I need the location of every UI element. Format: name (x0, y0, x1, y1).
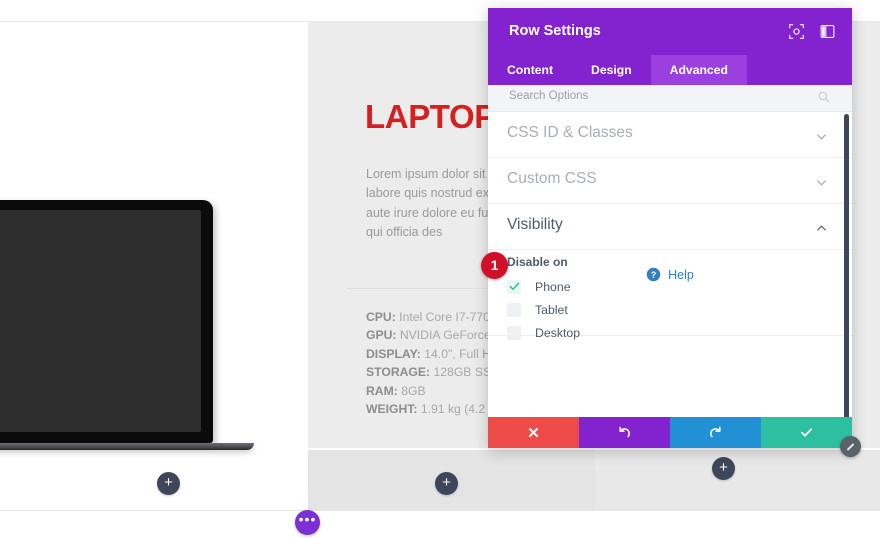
modal-tab-bar: Content Design Advanced (488, 55, 852, 85)
modal-resize-handle[interactable] (840, 436, 861, 457)
empty-section-strip-right (595, 450, 880, 510)
cancel-button[interactable] (488, 417, 579, 448)
search-options-row (488, 85, 852, 112)
chevron-down-icon (816, 134, 827, 140)
svg-text:?: ? (651, 270, 657, 280)
modal-title: Row Settings (509, 23, 601, 39)
modal-body: CSS ID & Classes Custom CSS Visibility D… (488, 112, 852, 417)
laptop-base (0, 443, 254, 450)
spec-label: DISPLAY: (366, 346, 421, 361)
accordion-css-id-classes[interactable]: CSS ID & Classes (488, 112, 852, 158)
add-section-button-middle[interactable]: + (435, 472, 458, 495)
add-section-button-right[interactable]: + (712, 457, 735, 480)
search-input[interactable] (507, 89, 801, 103)
disable-on-checkbox-group: Phone Tablet Desktop (507, 275, 580, 344)
help-circle-icon: ? (646, 267, 661, 282)
modal-title-actions (788, 23, 836, 40)
search-icon[interactable] (817, 90, 831, 104)
help-link[interactable]: ? Help (488, 267, 852, 282)
help-label: Help (668, 267, 694, 282)
save-button[interactable] (761, 417, 852, 448)
step-annotation-badge: 1 (481, 252, 508, 279)
expand-icon[interactable] (788, 23, 805, 40)
spec-label: STORAGE: (366, 365, 431, 380)
modal-footer (488, 417, 852, 448)
checkbox-desktop[interactable]: Desktop (507, 321, 580, 344)
close-icon (528, 427, 539, 438)
page-bottom-divider (0, 510, 880, 511)
checkbox-box[interactable] (507, 325, 521, 340)
undo-icon (619, 426, 630, 438)
product-image-column (0, 22, 308, 450)
spec-label: WEIGHT: (366, 402, 418, 417)
tab-design[interactable]: Design (572, 55, 651, 85)
add-section-button-left[interactable]: + (157, 472, 180, 495)
accordion-label: CSS ID & Classes (507, 124, 633, 141)
laptop-product-image (0, 200, 254, 450)
tab-advanced[interactable]: Advanced (650, 55, 747, 85)
accordion-label: Custom CSS (507, 170, 597, 187)
spec-label: CPU: (366, 310, 396, 324)
accordion-label: Visibility (507, 216, 563, 233)
spec-label: RAM: (366, 383, 398, 398)
spec-label: GPU: (366, 328, 397, 343)
layout-panel-icon[interactable] (819, 23, 836, 40)
checkmark-icon (509, 282, 520, 290)
redo-icon (710, 426, 721, 438)
tab-content[interactable]: Content (488, 55, 572, 85)
undo-button[interactable] (579, 417, 670, 448)
checkbox-label: Desktop (535, 325, 581, 340)
chevron-up-icon (816, 225, 827, 231)
laptop-lid (0, 200, 213, 443)
checkbox-label: Tablet (535, 302, 568, 317)
page-settings-toggle-button[interactable]: ••• (295, 510, 320, 535)
checkbox-tablet[interactable]: Tablet (507, 298, 580, 321)
modal-scrollbar[interactable] (844, 114, 849, 417)
row-settings-modal: Row Settings Content Design Advanced Sea… (488, 8, 861, 457)
accordion-custom-css[interactable]: Custom CSS (488, 158, 852, 204)
visibility-settings-panel: Disable on Phone Tablet Desktop (488, 250, 852, 340)
redo-button[interactable] (670, 417, 761, 448)
accordion-visibility[interactable]: Visibility (488, 204, 852, 250)
laptop-screen (0, 210, 201, 432)
checkbox-box[interactable] (507, 302, 521, 317)
chevron-down-icon (816, 180, 827, 186)
checkmark-icon (800, 428, 813, 437)
modal-titlebar: Row Settings (488, 8, 852, 55)
